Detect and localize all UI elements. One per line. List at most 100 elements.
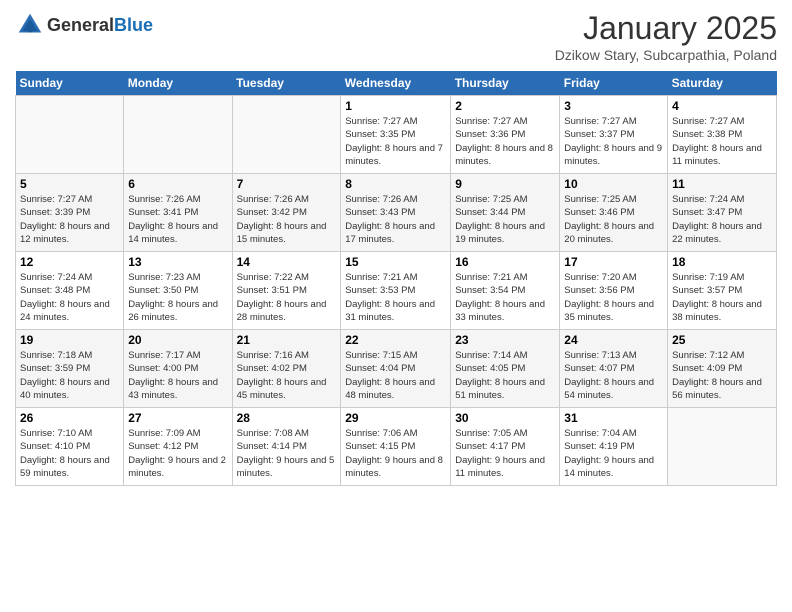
day-number: 20 — [128, 333, 227, 347]
calendar-cell: 21 Sunrise: 7:16 AM Sunset: 4:02 PM Dayli… — [232, 330, 341, 408]
day-info: Sunrise: 7:27 AM Sunset: 3:36 PM Dayligh… — [455, 115, 555, 168]
day-info: Sunrise: 7:26 AM Sunset: 3:42 PM Dayligh… — [237, 193, 337, 246]
day-number: 13 — [128, 255, 227, 269]
calendar-header: Sunday Monday Tuesday Wednesday Thursday… — [16, 71, 777, 96]
calendar-cell: 27 Sunrise: 7:09 AM Sunset: 4:12 PM Dayli… — [124, 408, 232, 486]
calendar-cell: 1Sunrise: 7:27 AM Sunset: 3:35 PM Daylig… — [341, 96, 451, 174]
calendar-week-row: 12 Sunrise: 7:24 AM Sunset: 3:48 PM Dayli… — [16, 252, 777, 330]
calendar-cell: 31 Sunrise: 7:04 AM Sunset: 4:19 PM Dayli… — [560, 408, 668, 486]
calendar-cell: 9 Sunrise: 7:25 AM Sunset: 3:44 PM Daylig… — [451, 174, 560, 252]
day-info: Sunrise: 7:24 AM Sunset: 3:48 PM Dayligh… — [20, 271, 119, 324]
day-number: 12 — [20, 255, 119, 269]
day-info: Sunrise: 7:21 AM Sunset: 3:53 PM Dayligh… — [345, 271, 446, 324]
calendar-cell: 4 Sunrise: 7:27 AM Sunset: 3:38 PM Daylig… — [668, 96, 777, 174]
day-info: Sunrise: 7:26 AM Sunset: 3:43 PM Dayligh… — [345, 193, 446, 246]
day-number: 28 — [237, 411, 337, 425]
calendar-body: 1Sunrise: 7:27 AM Sunset: 3:35 PM Daylig… — [16, 96, 777, 486]
day-info: Sunrise: 7:12 AM Sunset: 4:09 PM Dayligh… — [672, 349, 772, 402]
calendar-cell: 17 Sunrise: 7:20 AM Sunset: 3:56 PM Dayli… — [560, 252, 668, 330]
day-info: Sunrise: 7:10 AM Sunset: 4:10 PM Dayligh… — [20, 427, 119, 480]
day-info: Sunrise: 7:19 AM Sunset: 3:57 PM Dayligh… — [672, 271, 772, 324]
calendar-week-row: 1Sunrise: 7:27 AM Sunset: 3:35 PM Daylig… — [16, 96, 777, 174]
day-info: Sunrise: 7:26 AM Sunset: 3:41 PM Dayligh… — [128, 193, 227, 246]
day-info: Sunrise: 7:09 AM Sunset: 4:12 PM Dayligh… — [128, 427, 227, 480]
calendar-cell: 15 Sunrise: 7:21 AM Sunset: 3:53 PM Dayli… — [341, 252, 451, 330]
calendar-cell: 6 Sunrise: 7:26 AM Sunset: 3:41 PM Daylig… — [124, 174, 232, 252]
header-row: Sunday Monday Tuesday Wednesday Thursday… — [16, 71, 777, 96]
day-info: Sunrise: 7:23 AM Sunset: 3:50 PM Dayligh… — [128, 271, 227, 324]
calendar-cell — [232, 96, 341, 174]
col-thursday: Thursday — [451, 71, 560, 96]
day-number: 1 — [345, 99, 446, 113]
day-number: 29 — [345, 411, 446, 425]
day-number: 11 — [672, 177, 772, 191]
col-monday: Monday — [124, 71, 232, 96]
day-number: 2 — [455, 99, 555, 113]
col-saturday: Saturday — [668, 71, 777, 96]
calendar-cell: 29 Sunrise: 7:06 AM Sunset: 4:15 PM Dayli… — [341, 408, 451, 486]
calendar-cell: 12 Sunrise: 7:24 AM Sunset: 3:48 PM Dayli… — [16, 252, 124, 330]
day-info: Sunrise: 7:08 AM Sunset: 4:14 PM Dayligh… — [237, 427, 337, 480]
calendar-cell: 26 Sunrise: 7:10 AM Sunset: 4:10 PM Dayli… — [16, 408, 124, 486]
col-wednesday: Wednesday — [341, 71, 451, 96]
day-number: 15 — [345, 255, 446, 269]
day-number: 26 — [20, 411, 119, 425]
logo-blue-text: Blue — [114, 15, 153, 35]
day-info: Sunrise: 7:25 AM Sunset: 3:44 PM Dayligh… — [455, 193, 555, 246]
calendar-cell: 5Sunrise: 7:27 AM Sunset: 3:39 PM Daylig… — [16, 174, 124, 252]
calendar-table: Sunday Monday Tuesday Wednesday Thursday… — [15, 71, 777, 486]
calendar-cell: 22Sunrise: 7:15 AM Sunset: 4:04 PM Dayli… — [341, 330, 451, 408]
day-info: Sunrise: 7:25 AM Sunset: 3:46 PM Dayligh… — [564, 193, 663, 246]
month-title: January 2025 — [555, 10, 777, 47]
page-header: GeneralBlue January 2025 Dzikow Stary, S… — [15, 10, 777, 63]
day-info: Sunrise: 7:17 AM Sunset: 4:00 PM Dayligh… — [128, 349, 227, 402]
day-number: 14 — [237, 255, 337, 269]
day-info: Sunrise: 7:06 AM Sunset: 4:15 PM Dayligh… — [345, 427, 446, 480]
day-number: 7 — [237, 177, 337, 191]
col-friday: Friday — [560, 71, 668, 96]
day-info: Sunrise: 7:04 AM Sunset: 4:19 PM Dayligh… — [564, 427, 663, 480]
calendar-cell: 18Sunrise: 7:19 AM Sunset: 3:57 PM Dayli… — [668, 252, 777, 330]
calendar-cell: 20 Sunrise: 7:17 AM Sunset: 4:00 PM Dayli… — [124, 330, 232, 408]
calendar-week-row: 19 Sunrise: 7:18 AM Sunset: 3:59 PM Dayli… — [16, 330, 777, 408]
calendar-cell: 7 Sunrise: 7:26 AM Sunset: 3:42 PM Daylig… — [232, 174, 341, 252]
day-number: 9 — [455, 177, 555, 191]
calendar-cell: 2 Sunrise: 7:27 AM Sunset: 3:36 PM Daylig… — [451, 96, 560, 174]
day-info: Sunrise: 7:05 AM Sunset: 4:17 PM Dayligh… — [455, 427, 555, 480]
calendar-cell: 24Sunrise: 7:13 AM Sunset: 4:07 PM Dayli… — [560, 330, 668, 408]
logo-general-text: General — [47, 15, 114, 35]
day-number: 5 — [20, 177, 119, 191]
day-info: Sunrise: 7:15 AM Sunset: 4:04 PM Dayligh… — [345, 349, 446, 402]
calendar-cell: 13 Sunrise: 7:23 AM Sunset: 3:50 PM Dayli… — [124, 252, 232, 330]
day-info: Sunrise: 7:20 AM Sunset: 3:56 PM Dayligh… — [564, 271, 663, 324]
calendar-cell: 11 Sunrise: 7:24 AM Sunset: 3:47 PM Dayli… — [668, 174, 777, 252]
calendar-cell: 3Sunrise: 7:27 AM Sunset: 3:37 PM Daylig… — [560, 96, 668, 174]
calendar-cell — [668, 408, 777, 486]
day-number: 21 — [237, 333, 337, 347]
day-info: Sunrise: 7:13 AM Sunset: 4:07 PM Dayligh… — [564, 349, 663, 402]
calendar-cell: 28 Sunrise: 7:08 AM Sunset: 4:14 PM Dayli… — [232, 408, 341, 486]
day-info: Sunrise: 7:14 AM Sunset: 4:05 PM Dayligh… — [455, 349, 555, 402]
day-number: 4 — [672, 99, 772, 113]
day-number: 30 — [455, 411, 555, 425]
day-number: 10 — [564, 177, 663, 191]
calendar-cell — [124, 96, 232, 174]
calendar-cell: 30 Sunrise: 7:05 AM Sunset: 4:17 PM Dayli… — [451, 408, 560, 486]
day-number: 6 — [128, 177, 227, 191]
calendar-cell: 23Sunrise: 7:14 AM Sunset: 4:05 PM Dayli… — [451, 330, 560, 408]
day-number: 19 — [20, 333, 119, 347]
day-number: 27 — [128, 411, 227, 425]
calendar-cell: 14Sunrise: 7:22 AM Sunset: 3:51 PM Dayli… — [232, 252, 341, 330]
day-info: Sunrise: 7:16 AM Sunset: 4:02 PM Dayligh… — [237, 349, 337, 402]
day-number: 31 — [564, 411, 663, 425]
day-info: Sunrise: 7:27 AM Sunset: 3:37 PM Dayligh… — [564, 115, 663, 168]
col-sunday: Sunday — [16, 71, 124, 96]
calendar-cell: 16Sunrise: 7:21 AM Sunset: 3:54 PM Dayli… — [451, 252, 560, 330]
day-number: 17 — [564, 255, 663, 269]
day-info: Sunrise: 7:24 AM Sunset: 3:47 PM Dayligh… — [672, 193, 772, 246]
day-info: Sunrise: 7:27 AM Sunset: 3:38 PM Dayligh… — [672, 115, 772, 168]
day-number: 25 — [672, 333, 772, 347]
day-info: Sunrise: 7:18 AM Sunset: 3:59 PM Dayligh… — [20, 349, 119, 402]
calendar-cell: 19 Sunrise: 7:18 AM Sunset: 3:59 PM Dayli… — [16, 330, 124, 408]
calendar-week-row: 26 Sunrise: 7:10 AM Sunset: 4:10 PM Dayli… — [16, 408, 777, 486]
